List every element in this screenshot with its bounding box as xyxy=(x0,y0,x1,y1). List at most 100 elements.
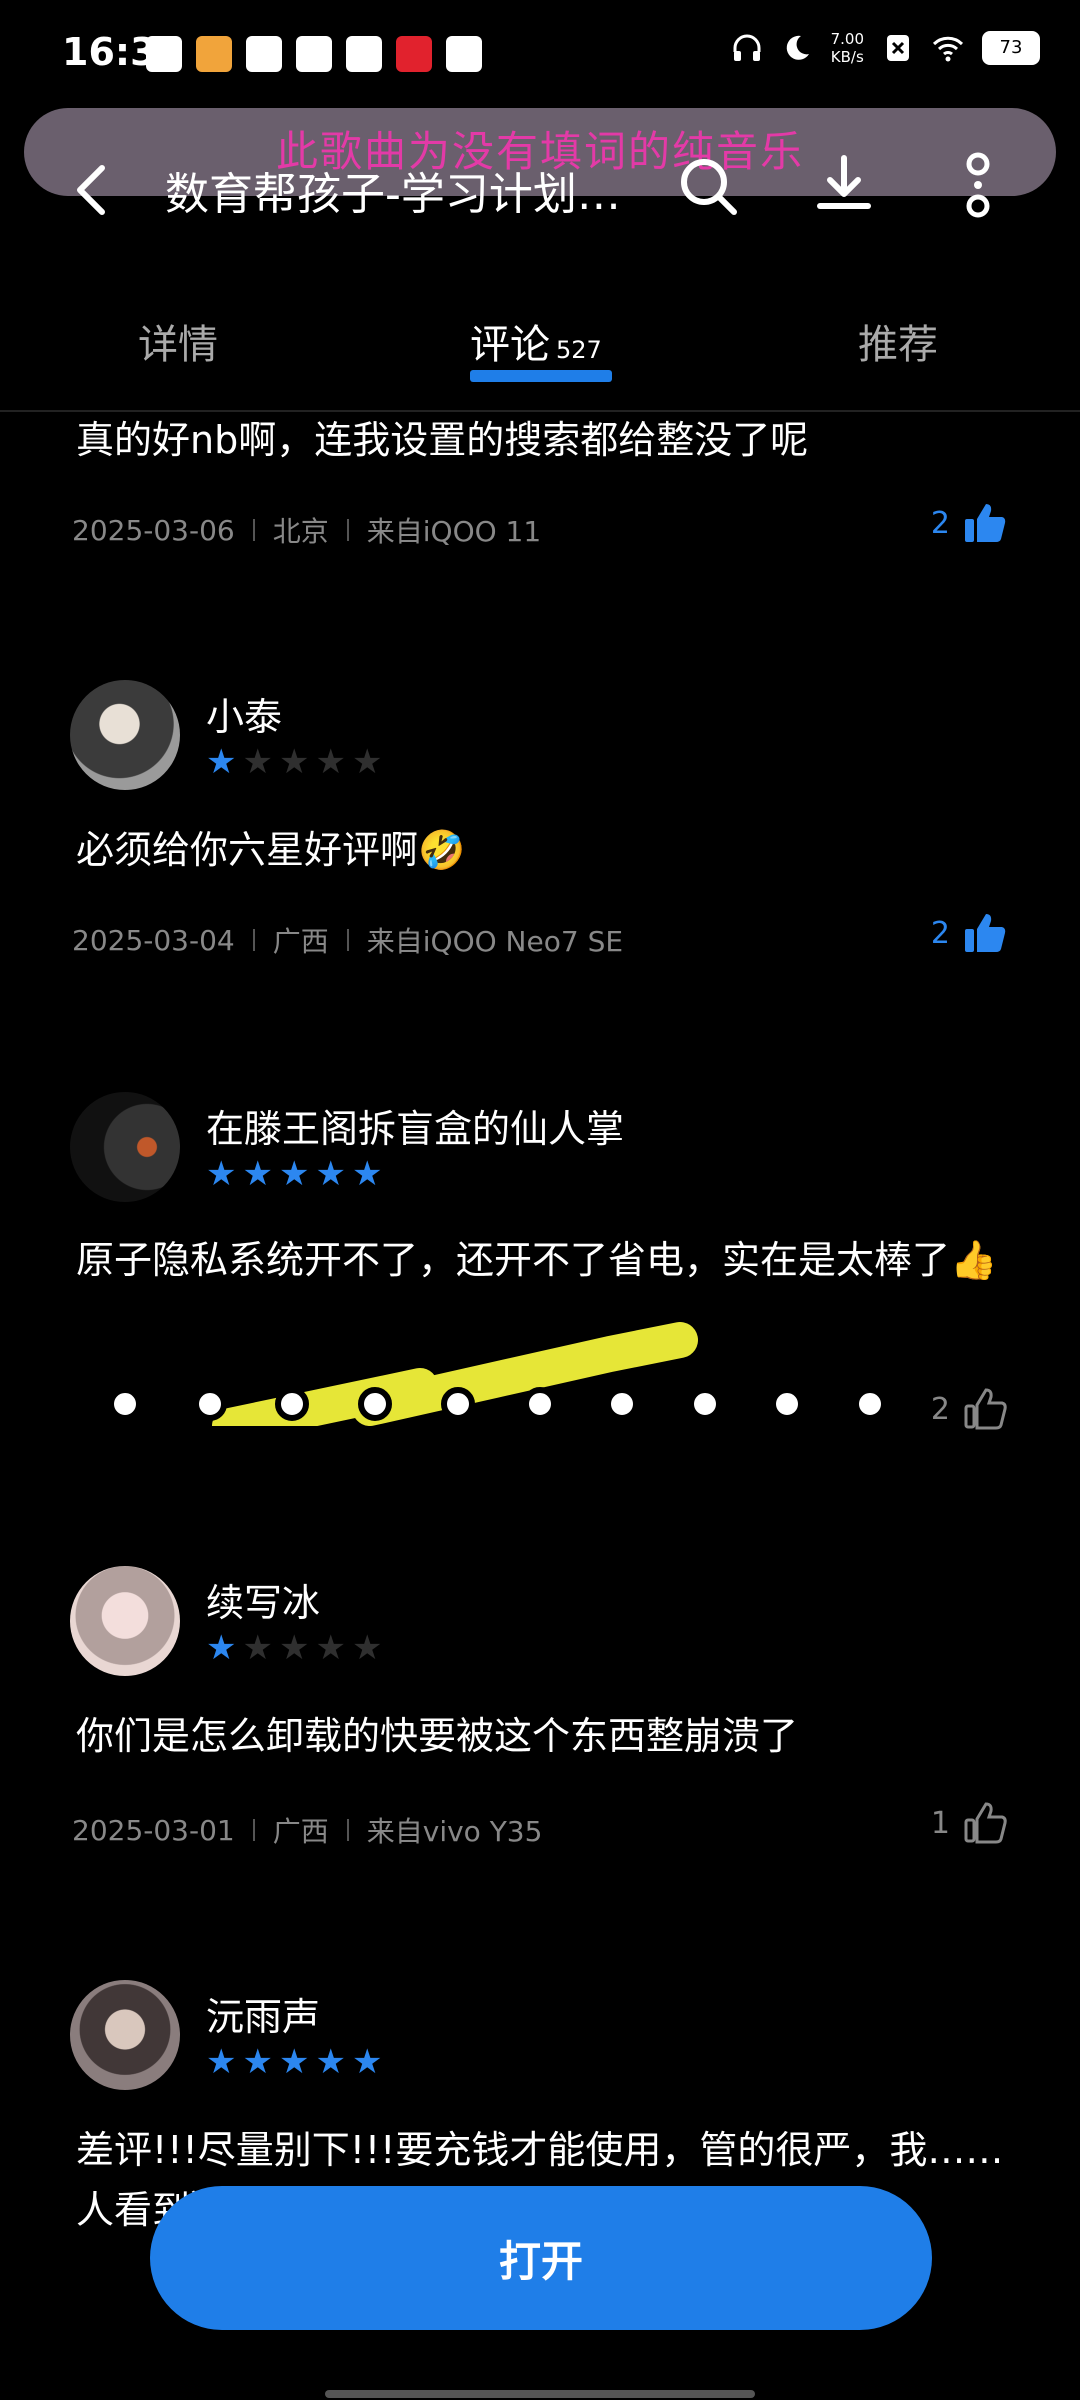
comment-date: 2025-03-01 xyxy=(72,1813,235,1847)
thumb-up-icon xyxy=(964,1802,1007,1844)
back-arrow-icon[interactable] xyxy=(70,160,114,220)
star-icon: ★ xyxy=(242,742,273,782)
tab-details[interactable]: 详情 xyxy=(138,312,218,370)
active-tab-indicator xyxy=(470,370,612,382)
meta-divider xyxy=(346,519,349,541)
rating-stars: ★ ★ ★ ★ ★ xyxy=(206,2044,382,2080)
meta-divider xyxy=(346,929,349,951)
star-icon: ★ xyxy=(315,742,346,782)
star-icon: ★ xyxy=(351,742,383,782)
comment-date: 2025-03-04 xyxy=(72,923,235,957)
star-icon: ★ xyxy=(242,1628,273,1668)
app-notification-icon xyxy=(196,36,232,72)
sync-icon xyxy=(296,36,332,72)
comment-text: 必须给你六星好评啊🤣 xyxy=(76,828,466,872)
rating-stars: ★ ★ ★ ★ ★ xyxy=(206,1630,382,1666)
like-button[interactable]: 2 xyxy=(931,910,1008,956)
card-icon xyxy=(446,36,482,72)
like-button[interactable]: 2 xyxy=(931,1386,1008,1432)
thumb-up-filled-icon xyxy=(965,914,1006,952)
status-bar: 16:32 7.00 KB/s 73 xyxy=(0,0,1080,110)
rating-stars: ★ ★ ★ ★ ★ xyxy=(206,744,382,780)
comment-text: 原子隐私系统开不了，还开不了省电，实在是太棒了👍 xyxy=(76,1238,998,1282)
thumb-up-icon xyxy=(964,1388,1007,1430)
comment-meta: 2025-03-04 广西 来自iQOO Neo7 SE xyxy=(72,920,623,960)
network-speed: 7.00 KB/s xyxy=(831,30,864,66)
notification-icons xyxy=(146,36,482,72)
star-icon xyxy=(346,36,382,72)
comment-text: 你们是怎么卸载的快要被这个东西整崩溃了 xyxy=(76,1714,799,1758)
comment-device: 来自iQOO 11 xyxy=(366,515,542,548)
meta-divider xyxy=(252,519,255,541)
avatar[interactable] xyxy=(70,1566,180,1676)
network-speed-value: 7.00 xyxy=(830,30,864,48)
comment-username: 在滕王阁拆盲盒的仙人掌 xyxy=(206,1107,625,1151)
meta-divider xyxy=(252,1819,255,1841)
avatar[interactable] xyxy=(70,1092,180,1202)
comment-meta: 2025-03-01 广西 来自vivo Y35 xyxy=(72,1810,542,1850)
star-icon: ★ xyxy=(206,1154,237,1194)
comment-meta: 2025-03-06 北京 来自iQOO 11 xyxy=(72,510,541,550)
star-icon: ★ xyxy=(242,2042,273,2082)
tab-comments[interactable]: 评论 527 xyxy=(470,312,602,370)
star-icon: ★ xyxy=(278,2042,310,2082)
tiktok-icon xyxy=(146,36,182,72)
like-button[interactable]: 2 xyxy=(931,500,1008,546)
rating-stars: ★ ★ ★ ★ ★ xyxy=(206,1156,382,1192)
search-icon[interactable] xyxy=(676,154,740,218)
location-icon xyxy=(246,36,282,72)
star-icon: ★ xyxy=(315,1628,346,1668)
like-count: 2 xyxy=(930,1391,950,1427)
sim-none-icon xyxy=(887,35,909,61)
star-icon: ★ xyxy=(278,1154,310,1194)
tab-bar: 详情 评论 527 推荐 xyxy=(0,300,1080,390)
page-title: 数育帮孩子-学习计划… xyxy=(165,169,621,220)
open-app-button[interactable]: 打开 xyxy=(150,2186,932,2330)
headphones-icon xyxy=(733,34,761,61)
comment-region: 广西 xyxy=(272,1815,329,1848)
like-count: 2 xyxy=(930,505,950,541)
like-button[interactable]: 1 xyxy=(931,1800,1008,1846)
red-app-icon xyxy=(396,36,432,72)
network-speed-unit: KB/s xyxy=(830,48,864,66)
tab-comments-label: 评论 xyxy=(470,322,550,368)
star-icon: ★ xyxy=(351,1628,383,1668)
star-icon: ★ xyxy=(206,2042,237,2082)
moon-icon xyxy=(786,35,809,60)
thumb-up-filled-icon xyxy=(965,504,1006,542)
star-icon: ★ xyxy=(351,2042,383,2082)
meta-divider xyxy=(252,929,255,951)
tab-comments-count: 527 xyxy=(556,336,602,364)
comment-device: 来自iQOO Neo7 SE xyxy=(366,925,624,958)
star-icon: ★ xyxy=(315,2042,346,2082)
toolbar: 数育帮孩子-学习计划… xyxy=(0,130,1080,240)
star-icon: ★ xyxy=(206,742,237,782)
comment-device: 来自vivo Y35 xyxy=(366,1815,543,1848)
star-icon: ★ xyxy=(315,1154,346,1194)
star-icon: ★ xyxy=(278,742,310,782)
star-icon: ★ xyxy=(278,1628,310,1668)
tab-recommend[interactable]: 推荐 xyxy=(858,312,938,370)
like-count: 2 xyxy=(930,915,950,951)
home-indicator[interactable] xyxy=(325,2390,755,2398)
comment-region: 广西 xyxy=(272,925,329,958)
more-options-icon[interactable] xyxy=(958,150,998,224)
star-icon: ★ xyxy=(242,1154,273,1194)
comment-region: 北京 xyxy=(272,515,329,548)
meta-divider xyxy=(346,1819,349,1841)
comment-date: 2025-03-06 xyxy=(72,513,235,547)
comment-username: 续写冰 xyxy=(206,1581,321,1625)
status-right: 7.00 KB/s 73 xyxy=(731,30,1040,66)
avatar[interactable] xyxy=(70,680,180,790)
redaction-scribble xyxy=(108,1322,887,1426)
battery-indicator: 73 xyxy=(982,31,1040,65)
star-icon: ★ xyxy=(206,1628,237,1668)
comment-username: 小泰 xyxy=(206,695,283,739)
star-icon: ★ xyxy=(351,1154,383,1194)
avatar[interactable] xyxy=(70,1980,180,2090)
like-count: 1 xyxy=(930,1805,950,1841)
tab-details-label: 详情 xyxy=(138,322,218,368)
wifi-icon xyxy=(932,36,964,62)
comment-text: 真的好nb啊，连我设置的搜索都给整没了呢 xyxy=(76,418,809,462)
download-icon[interactable] xyxy=(812,152,876,216)
